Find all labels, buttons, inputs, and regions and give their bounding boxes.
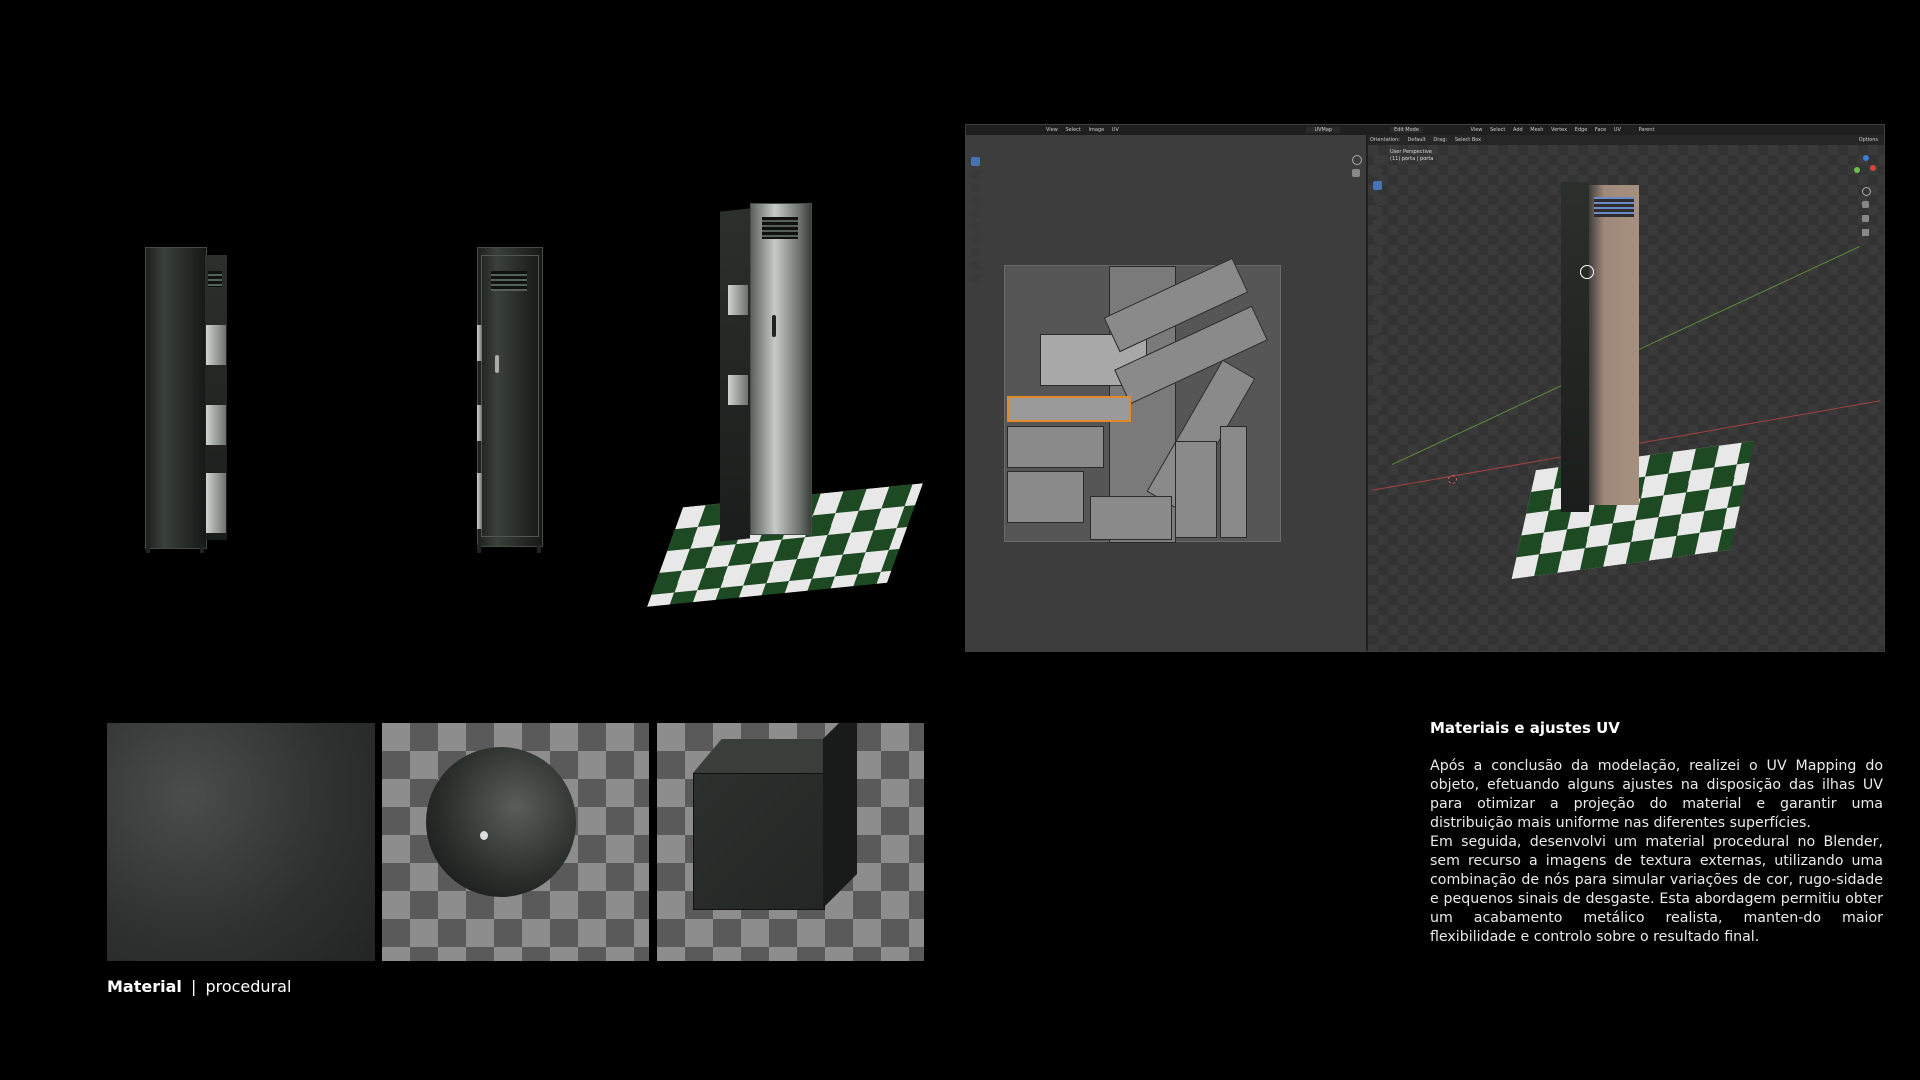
- vp-menu-view[interactable]: View: [1471, 127, 1483, 133]
- locker-perspective-render: [647, 195, 930, 607]
- uv-map-field[interactable]: UVMap: [1306, 127, 1341, 133]
- scale-tool-icon[interactable]: [970, 209, 980, 218]
- camera-view-icon[interactable]: [1862, 215, 1869, 222]
- material-cube-preview: [657, 723, 924, 961]
- 3d-cursor-icon[interactable]: [1448, 475, 1457, 484]
- vp-menu-select[interactable]: Select: [1490, 127, 1505, 133]
- viewport-toolbar: [1370, 151, 1384, 451]
- blender-window: View Select Image UV UVMap Edit Mode Vie…: [965, 124, 1885, 652]
- loop-cut-tool-icon[interactable]: [1372, 311, 1382, 320]
- locker-side-mesh: [1561, 182, 1589, 512]
- vp-menu-add[interactable]: Add: [1513, 127, 1523, 133]
- view-perspective-label: User Perspective: [1390, 149, 1432, 155]
- viewport-header: Edit Mode View Select Add Mesh Vertex Ed…: [1368, 125, 1884, 135]
- rotate-tool-icon[interactable]: [970, 196, 980, 205]
- cursor-tool-icon[interactable]: [1372, 168, 1382, 177]
- vp-menu-vertex[interactable]: Vertex: [1551, 127, 1567, 133]
- rip-tool-icon[interactable]: [1372, 402, 1382, 411]
- pivot-selector[interactable]: Parent: [1639, 127, 1655, 133]
- uv-editor-header: View Select Image UV UVMap: [966, 125, 1366, 135]
- locker-door-mesh: [1589, 185, 1639, 505]
- caption-separator: |: [190, 977, 197, 996]
- transform-tool-icon[interactable]: [970, 222, 980, 231]
- poly-build-tool-icon[interactable]: [1372, 337, 1382, 346]
- cursor-tool-icon[interactable]: [970, 170, 980, 179]
- knife-tool-icon[interactable]: [1372, 324, 1382, 333]
- object-name-label: (11) porta | porta: [1390, 156, 1434, 162]
- pinch-tool-icon[interactable]: [970, 274, 980, 283]
- uv-menu-select[interactable]: Select: [1065, 127, 1080, 133]
- caption-bold: Material: [107, 977, 182, 996]
- drag-label: Drag:: [1433, 137, 1448, 143]
- scale-tool-icon[interactable]: [1372, 207, 1382, 216]
- uv-menu-uv[interactable]: UV: [1112, 127, 1119, 133]
- measure-tool-icon[interactable]: [1372, 246, 1382, 255]
- drag-value[interactable]: Select Box: [1455, 137, 1481, 143]
- spin-tool-icon[interactable]: [1372, 350, 1382, 359]
- section-paragraph-1: Após a conclusão da modelação, realizei …: [1430, 758, 1883, 831]
- shrink-tool-icon[interactable]: [1372, 376, 1382, 385]
- add-cube-tool-icon[interactable]: [1372, 259, 1382, 268]
- section-paragraph-2: Em seguida, desenvolvi um material proce…: [1430, 834, 1883, 945]
- orientation-label: Orientation:: [1370, 137, 1400, 143]
- bevel-tool-icon[interactable]: [1372, 298, 1382, 307]
- vp-menu-face[interactable]: Face: [1595, 127, 1606, 133]
- material-caption: Material | procedural: [107, 977, 291, 996]
- caption-rest: procedural: [205, 977, 292, 996]
- uv-layout-canvas[interactable]: [1004, 257, 1281, 543]
- grid-view-icon[interactable]: [1862, 229, 1869, 236]
- zoom-icon[interactable]: [1352, 155, 1362, 165]
- smooth-tool-icon[interactable]: [1372, 363, 1382, 372]
- relax-tool-icon[interactable]: [970, 261, 980, 270]
- annotate-tool-icon[interactable]: [970, 235, 980, 244]
- locker-vent-mesh: [1594, 197, 1634, 217]
- uv-menu-image[interactable]: Image: [1089, 127, 1105, 133]
- uv-menu-view[interactable]: View: [1046, 127, 1058, 133]
- 3d-viewport[interactable]: Edit Mode View Select Add Mesh Vertex Ed…: [1368, 125, 1884, 651]
- uv-toolbar: [968, 153, 982, 323]
- grab-tool-icon[interactable]: [970, 248, 980, 257]
- move-tool-icon[interactable]: [1372, 181, 1382, 190]
- locker-side-render: [140, 245, 230, 555]
- vp-menu-edge[interactable]: Edge: [1575, 127, 1588, 133]
- material-sphere-preview: [382, 723, 649, 961]
- orientation-value[interactable]: Default: [1408, 137, 1426, 143]
- select-tool-icon[interactable]: [970, 157, 980, 166]
- move-tool-icon[interactable]: [970, 183, 980, 192]
- annotate-tool-icon[interactable]: [1372, 233, 1382, 242]
- hand-pan-icon[interactable]: [1862, 201, 1869, 208]
- zoom-icon[interactable]: [1862, 187, 1871, 196]
- section-body: Após a conclusão da modelação, realizei …: [1430, 757, 1883, 947]
- uv-editor: View Select Image UV UVMap: [966, 125, 1368, 651]
- section-title: Materiais e ajustes UV: [1430, 719, 1620, 737]
- hand-pan-icon[interactable]: [1352, 169, 1360, 177]
- inset-tool-icon[interactable]: [1372, 285, 1382, 294]
- extrude-tool-icon[interactable]: [1372, 272, 1382, 281]
- material-texture-swatch: [107, 723, 375, 961]
- locker-front-render: [475, 245, 545, 555]
- vp-menu-uv[interactable]: UV: [1614, 127, 1621, 133]
- mode-selector[interactable]: Edit Mode: [1390, 127, 1423, 133]
- transform-gizmo-icon[interactable]: [1580, 265, 1594, 279]
- transform-tool-icon[interactable]: [1372, 220, 1382, 229]
- select-tool-icon[interactable]: [1372, 155, 1382, 164]
- navigation-gizmo[interactable]: [1854, 155, 1876, 177]
- viewport-subheader: Orientation: Default Drag: Select Box Op…: [1368, 135, 1884, 145]
- viewport-overlay-text: User Perspective (11) porta | porta: [1390, 149, 1433, 163]
- options-button[interactable]: Options: [1859, 135, 1878, 145]
- rotate-tool-icon[interactable]: [1372, 194, 1382, 203]
- vp-menu-mesh[interactable]: Mesh: [1530, 127, 1543, 133]
- shear-tool-icon[interactable]: [1372, 389, 1382, 398]
